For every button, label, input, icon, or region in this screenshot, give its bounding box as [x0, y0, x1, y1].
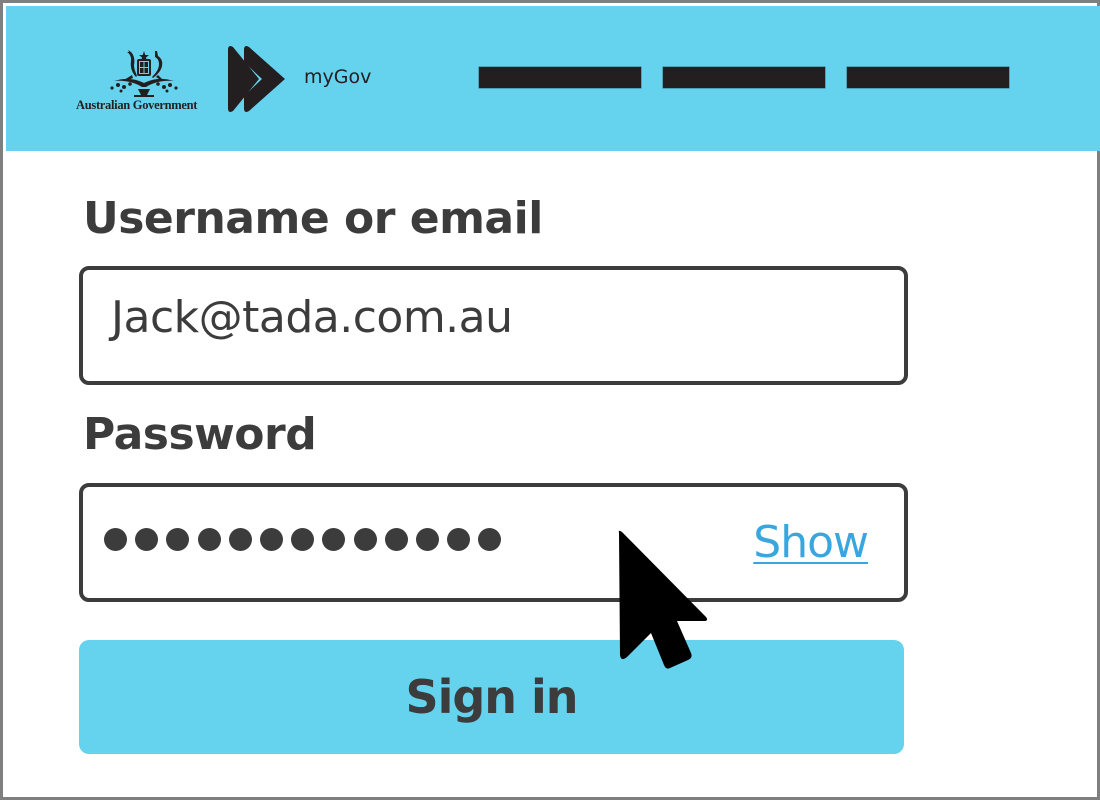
- browser-frame: Australian Government myGov Username or …: [0, 0, 1100, 800]
- password-mask-dot: [478, 528, 502, 551]
- password-mask-dot: [322, 528, 346, 551]
- password-mask-dot: [259, 528, 283, 551]
- mygov-chevron-icon[interactable]: [225, 44, 287, 114]
- password-mask-dot: [166, 528, 190, 551]
- nav-item-1[interactable]: [479, 67, 641, 88]
- username-field[interactable]: Jack@tada.com.au: [79, 266, 908, 385]
- password-field[interactable]: Show: [79, 483, 908, 602]
- mouse-pointer-icon: [618, 530, 708, 669]
- password-mask-dot: [135, 528, 159, 551]
- sign-in-button[interactable]: Sign in: [79, 640, 904, 754]
- mygov-brand-text[interactable]: myGov: [304, 66, 371, 88]
- coat-of-arms-icon: [110, 50, 178, 97]
- password-mask-dot: [353, 528, 377, 551]
- password-mask-dot: [197, 528, 221, 551]
- australian-government-logo[interactable]: Australian Government: [76, 44, 216, 114]
- password-mask-dot: [415, 528, 439, 551]
- nav-item-2[interactable]: [663, 67, 825, 88]
- password-label: Password: [83, 409, 317, 460]
- username-label: Username or email: [83, 193, 543, 244]
- username-value[interactable]: Jack@tada.com.au: [111, 292, 513, 343]
- password-mask-dot: [228, 528, 252, 551]
- sign-in-label: Sign in: [405, 670, 578, 724]
- australian-government-text: Australian Government: [76, 98, 198, 112]
- password-mask-dot: [104, 528, 127, 551]
- password-masked-value[interactable]: [104, 528, 502, 551]
- show-password-link[interactable]: Show: [753, 517, 869, 568]
- password-mask-dot: [447, 528, 471, 551]
- password-mask-dot: [291, 528, 315, 551]
- nav-item-3[interactable]: [847, 67, 1009, 88]
- password-mask-dot: [384, 528, 408, 551]
- site-header: Australian Government myGov: [6, 6, 1100, 151]
